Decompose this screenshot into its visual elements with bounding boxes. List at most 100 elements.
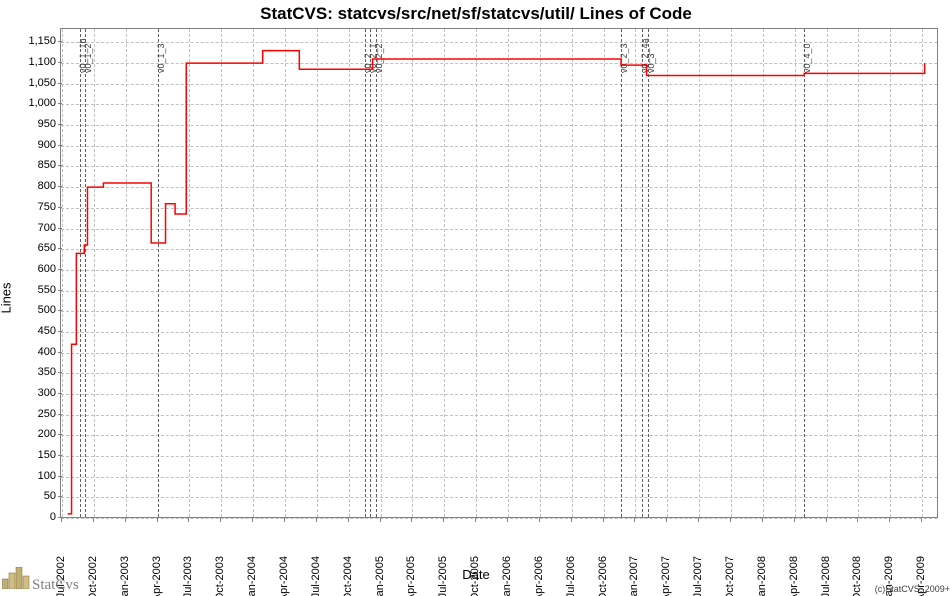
tick-mark (58, 124, 62, 125)
line-series (61, 29, 937, 517)
tick-mark (794, 518, 795, 522)
tick-mark (58, 145, 62, 146)
x-tick-label: Oct-2005 (469, 556, 481, 596)
tick-mark (58, 331, 62, 332)
tick-mark (58, 310, 62, 311)
y-tick-label: 500 (6, 304, 56, 316)
tick-mark (507, 518, 508, 522)
x-tick-label: Apr-2005 (405, 556, 417, 596)
y-tick-label: 1,100 (6, 56, 56, 68)
y-tick-label: 50 (6, 490, 56, 502)
x-tick-label: Oct-2004 (342, 556, 354, 596)
tick-mark (698, 518, 699, 522)
tick-mark (58, 165, 62, 166)
x-tick-label: Jul-2003 (182, 556, 194, 596)
x-tick-label: Apr-2003 (151, 556, 163, 596)
tick-mark (61, 518, 62, 522)
x-tick-label: Jan-2008 (756, 556, 768, 596)
copyright-text: (c)StatCVS, 2009+ (875, 584, 950, 594)
y-tick-label: 100 (6, 470, 56, 482)
tick-mark (125, 518, 126, 522)
tick-mark (666, 518, 667, 522)
y-tick-label: 750 (6, 201, 56, 213)
tick-mark (284, 518, 285, 522)
x-tick-label: Jan-2003 (119, 556, 131, 596)
tick-mark (443, 518, 444, 522)
tick-mark (762, 518, 763, 522)
x-tick-label: Jul-2004 (310, 556, 322, 596)
plot-area: v0_1_1bv0_1_2v0_1_3v0_2v0_2_1v0_2_2v0_2_… (60, 28, 938, 518)
tick-mark (157, 518, 158, 522)
x-tick-label: Apr-2006 (533, 556, 545, 596)
tick-mark (58, 248, 62, 249)
y-tick-label: 850 (6, 159, 56, 171)
y-tick-label: 950 (6, 118, 56, 130)
y-tick-label: 900 (6, 139, 56, 151)
tick-mark (252, 518, 253, 522)
tick-mark (730, 518, 731, 522)
y-tick-label: 1,150 (6, 35, 56, 47)
bar-chart-icon (2, 567, 30, 594)
tick-mark (634, 518, 635, 522)
x-tick-label: Apr-2007 (660, 556, 672, 596)
x-tick-label: Jul-2008 (820, 556, 832, 596)
tick-mark (539, 518, 540, 522)
x-tick-label: Jul-2006 (565, 556, 577, 596)
x-tick-label: Oct-2007 (724, 556, 736, 596)
tick-mark (826, 518, 827, 522)
tick-mark (220, 518, 221, 522)
y-tick-label: 300 (6, 387, 56, 399)
x-tick-label: Jan-2007 (628, 556, 640, 596)
x-tick-label: Oct-2008 (851, 556, 863, 596)
chart-container: StatCVS: statcvs/src/net/sf/statcvs/util… (0, 0, 952, 596)
tick-mark (380, 518, 381, 522)
tick-mark (188, 518, 189, 522)
grid-line-h (61, 518, 937, 519)
tick-mark (58, 476, 62, 477)
x-tick-label: Jan-2006 (501, 556, 513, 596)
tick-mark (58, 414, 62, 415)
tick-mark (58, 103, 62, 104)
tick-mark (921, 518, 922, 522)
tick-mark (58, 372, 62, 373)
tick-mark (475, 518, 476, 522)
chart-title: StatCVS: statcvs/src/net/sf/statcvs/util… (0, 4, 952, 24)
branding-text: StatCvs (32, 577, 79, 594)
y-tick-label: 450 (6, 325, 56, 337)
tick-mark (889, 518, 890, 522)
tick-mark (603, 518, 604, 522)
tick-mark (58, 186, 62, 187)
tick-mark (58, 207, 62, 208)
x-tick-label: Oct-2003 (214, 556, 226, 596)
tick-mark (58, 393, 62, 394)
tick-mark (58, 352, 62, 353)
tick-mark (58, 269, 62, 270)
branding-logo: StatCvs (2, 567, 79, 594)
tick-mark (857, 518, 858, 522)
y-tick-label: 0 (6, 511, 56, 523)
tick-mark (571, 518, 572, 522)
tick-mark (93, 518, 94, 522)
y-tick-label: 700 (6, 222, 56, 234)
y-tick-label: 800 (6, 180, 56, 192)
tick-mark (58, 455, 62, 456)
tick-mark (58, 83, 62, 84)
x-tick-label: Jan-2004 (246, 556, 258, 596)
x-tick-label: Apr-2008 (788, 556, 800, 596)
y-tick-label: 1,000 (6, 97, 56, 109)
tick-mark (58, 290, 62, 291)
tick-mark (411, 518, 412, 522)
y-tick-label: 350 (6, 366, 56, 378)
tick-mark (348, 518, 349, 522)
y-tick-label: 600 (6, 263, 56, 275)
y-tick-label: 250 (6, 408, 56, 420)
x-tick-label: Oct-2006 (597, 556, 609, 596)
tick-mark (58, 434, 62, 435)
y-tick-label: 1,050 (6, 77, 56, 89)
y-tick-label: 150 (6, 449, 56, 461)
y-tick-label: 650 (6, 242, 56, 254)
x-tick-label: Jul-2005 (437, 556, 449, 596)
x-tick-label: Apr-2004 (278, 556, 290, 596)
tick-mark (58, 62, 62, 63)
tick-mark (58, 41, 62, 42)
